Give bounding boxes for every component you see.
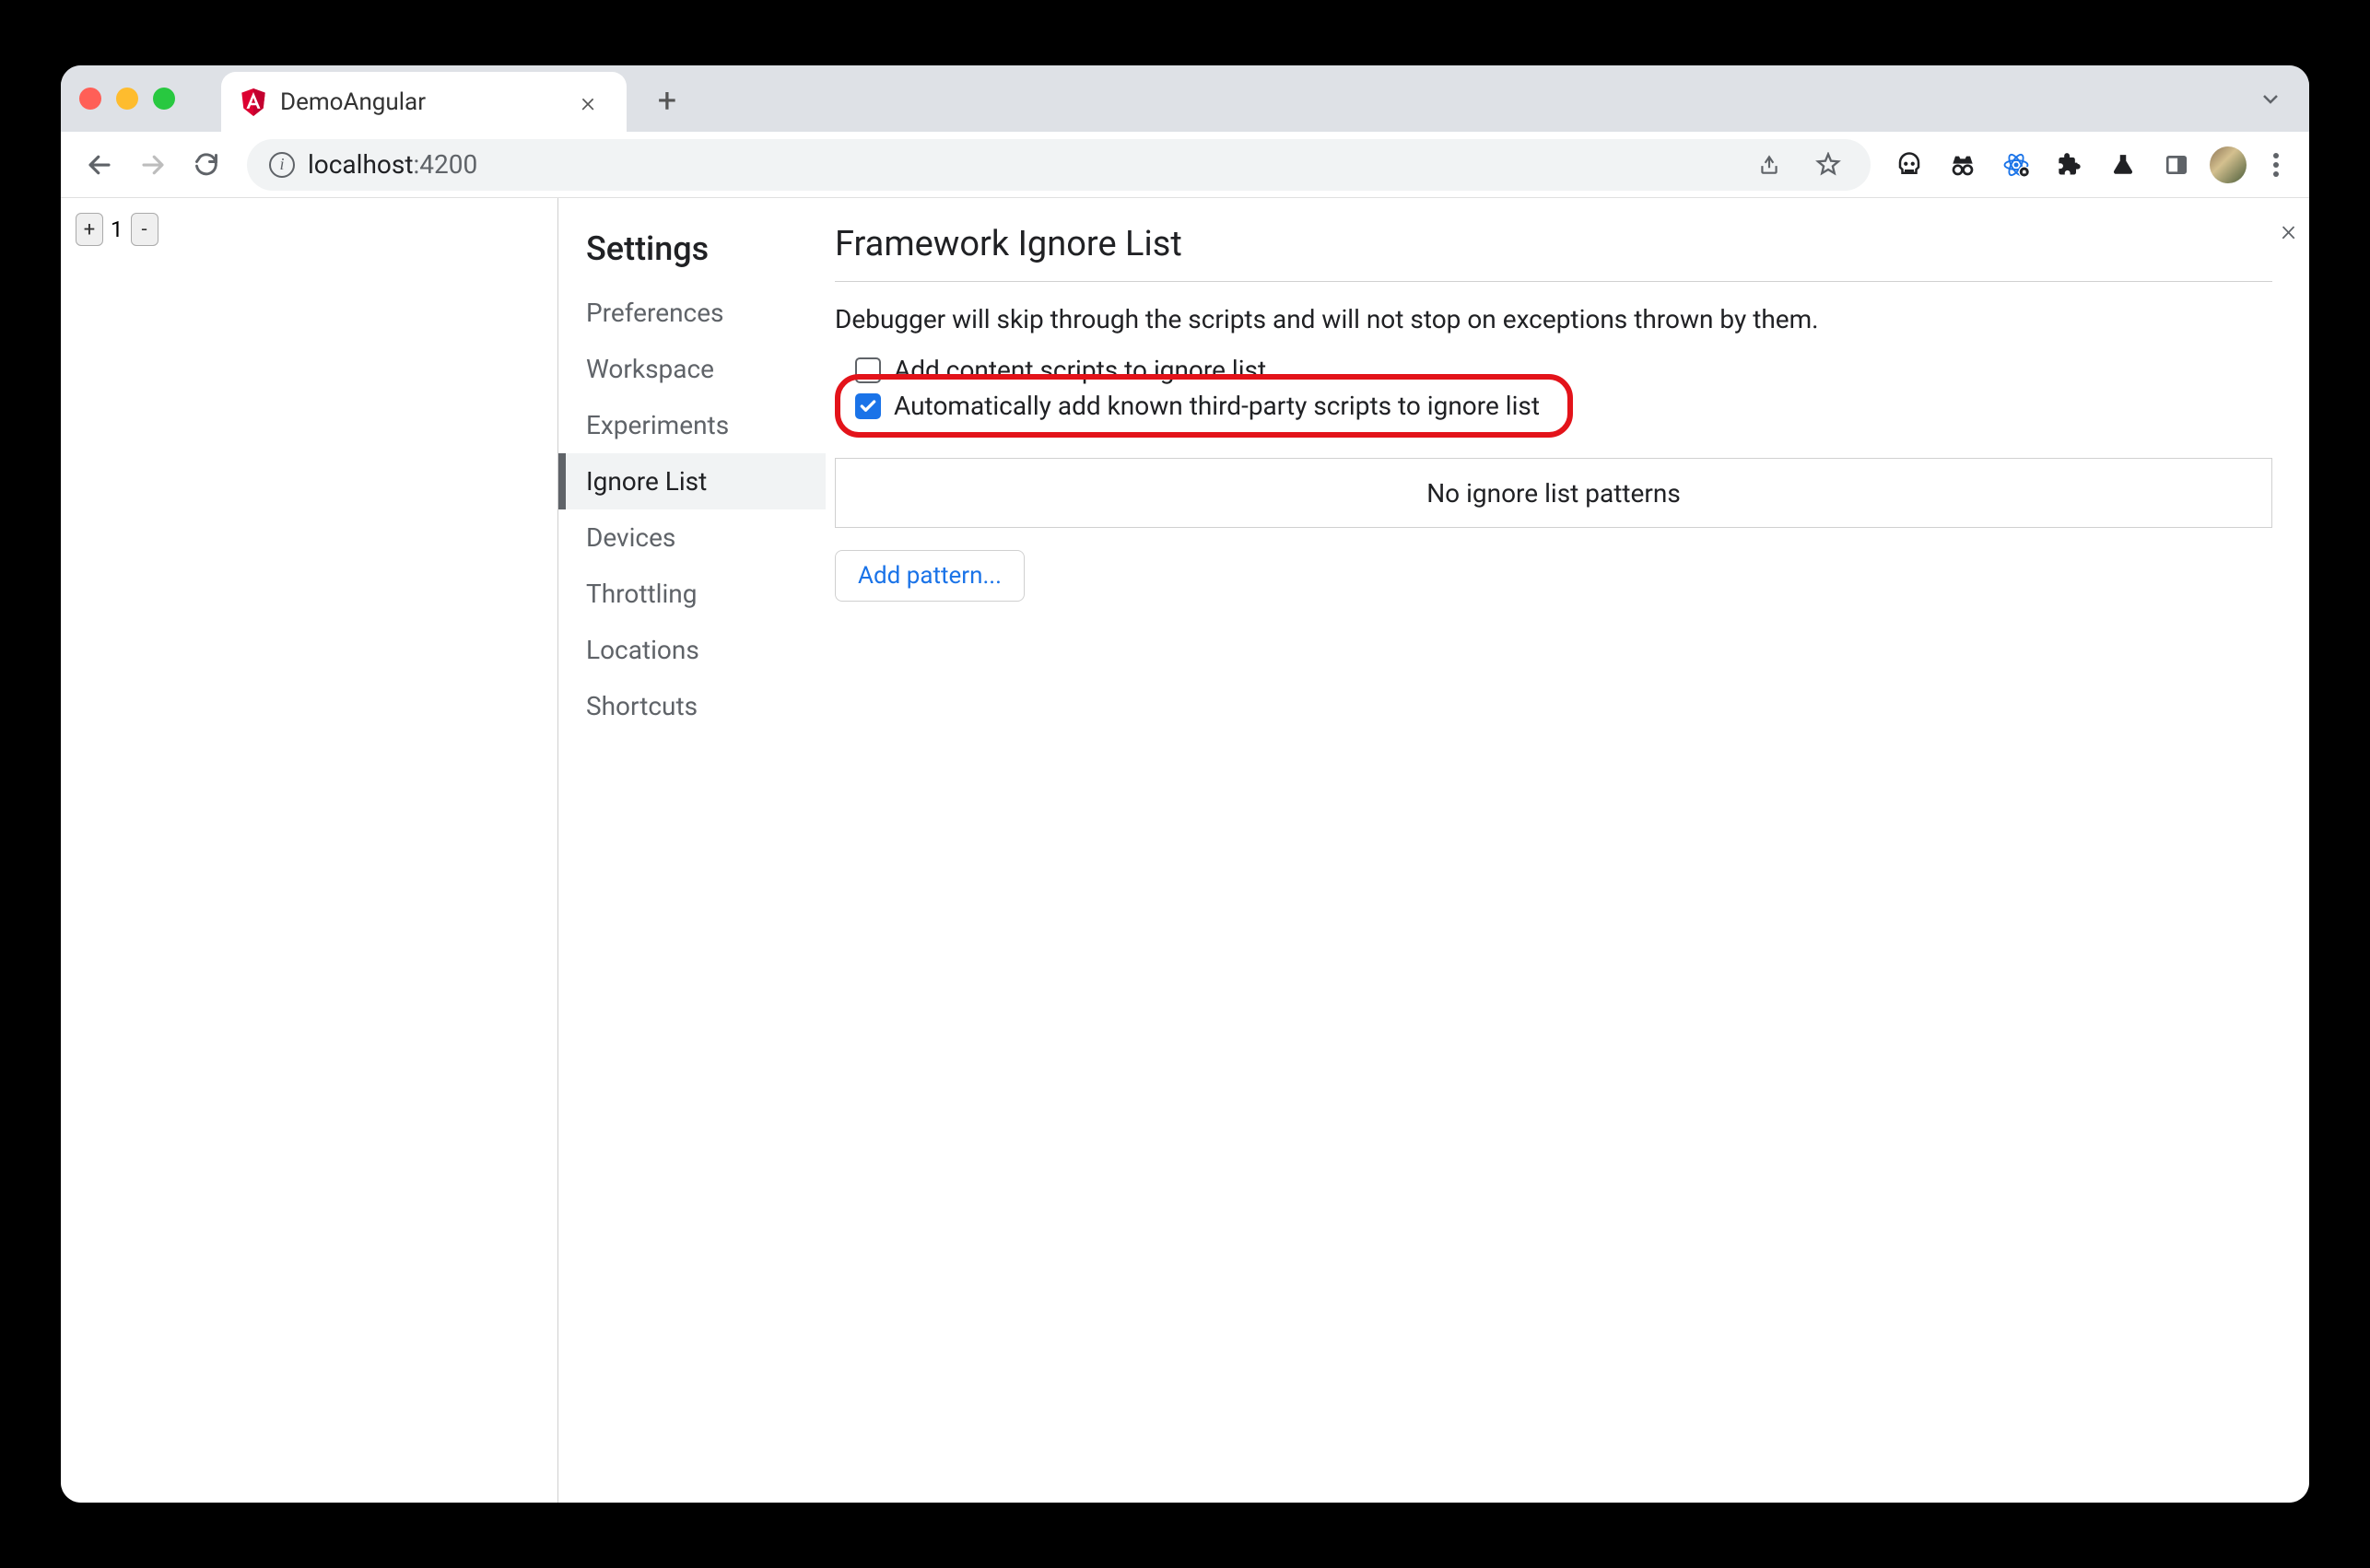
empty-patterns-text: No ignore list patterns (1426, 478, 1681, 509)
sidebar-item-shortcuts[interactable]: Shortcuts (558, 678, 826, 734)
site-info-icon[interactable]: i (269, 152, 295, 178)
tab-title: DemoAngular (280, 88, 562, 116)
checkbox-third-party-scripts[interactable]: Automatically add known third-party scri… (846, 385, 1549, 427)
url-port: :4200 (413, 149, 477, 180)
browser-tab[interactable]: DemoAngular × (221, 72, 627, 133)
close-settings-button[interactable]: × (2281, 213, 2296, 248)
new-tab-button[interactable]: + (645, 78, 689, 123)
sidebar-item-preferences[interactable]: Preferences (558, 285, 826, 341)
tabs-overflow-button[interactable] (2259, 88, 2282, 110)
content-area: + 1 - Settings Preferences Workspace Exp… (61, 198, 2309, 1503)
settings-main: × Framework Ignore List Debugger will sk… (826, 198, 2309, 1503)
sidebar-item-devices[interactable]: Devices (558, 509, 826, 566)
close-window-button[interactable] (79, 88, 101, 110)
section-description: Debugger will skip through the scripts a… (835, 282, 2272, 349)
browser-window: DemoAngular × + i localhost:4200 (61, 65, 2309, 1503)
extension-skull-icon[interactable] (1889, 145, 1930, 185)
devtools-settings: Settings Preferences Workspace Experimen… (558, 198, 2309, 1503)
counter-value: 1 (103, 216, 131, 242)
profile-avatar[interactable] (2210, 146, 2247, 183)
ignore-patterns-list: No ignore list patterns (835, 458, 2272, 528)
titlebar: DemoAngular × + (61, 65, 2309, 132)
share-icon[interactable] (1749, 145, 1789, 185)
url-bar[interactable]: i localhost:4200 (247, 139, 1871, 191)
sidebar-item-experiments[interactable]: Experiments (558, 397, 826, 453)
tab-close-button[interactable]: × (575, 87, 601, 119)
toolbar: i localhost:4200 (61, 132, 2309, 198)
panel-toggle-icon[interactable] (2156, 145, 2197, 185)
section-title: Framework Ignore List (835, 224, 2272, 282)
decrement-button[interactable]: - (131, 213, 158, 246)
sidebar-item-workspace[interactable]: Workspace (558, 341, 826, 397)
bookmark-star-icon[interactable] (1808, 145, 1848, 185)
url-text: localhost:4200 (308, 149, 477, 180)
add-pattern-button[interactable]: Add pattern... (835, 550, 1025, 602)
reload-button[interactable] (184, 143, 229, 187)
page-viewport: + 1 - (61, 198, 558, 1503)
sidebar-item-throttling[interactable]: Throttling (558, 566, 826, 622)
maximize-window-button[interactable] (153, 88, 175, 110)
checkbox-label: Automatically add known third-party scri… (894, 391, 1540, 421)
minimize-window-button[interactable] (116, 88, 138, 110)
traffic-lights (79, 88, 175, 110)
increment-button[interactable]: + (76, 213, 103, 246)
annotation-highlight: Automatically add known third-party scri… (835, 374, 1573, 438)
extension-flask-icon[interactable] (2103, 145, 2143, 185)
extension-react-icon[interactable] (1996, 145, 2036, 185)
counter-widget: + 1 - (76, 213, 543, 246)
forward-button[interactable] (131, 143, 175, 187)
angular-icon (240, 88, 267, 116)
sidebar-item-locations[interactable]: Locations (558, 622, 826, 678)
browser-menu-button[interactable] (2259, 146, 2293, 183)
extension-incognito-icon[interactable] (1942, 145, 1983, 185)
back-button[interactable] (77, 143, 122, 187)
settings-heading: Settings (558, 220, 826, 285)
extensions-puzzle-icon[interactable] (2049, 145, 2090, 185)
settings-sidebar: Settings Preferences Workspace Experimen… (558, 198, 826, 1503)
url-host: localhost (308, 149, 413, 180)
checkbox-checked-icon (855, 393, 881, 419)
sidebar-item-ignore-list[interactable]: Ignore List (558, 453, 826, 509)
